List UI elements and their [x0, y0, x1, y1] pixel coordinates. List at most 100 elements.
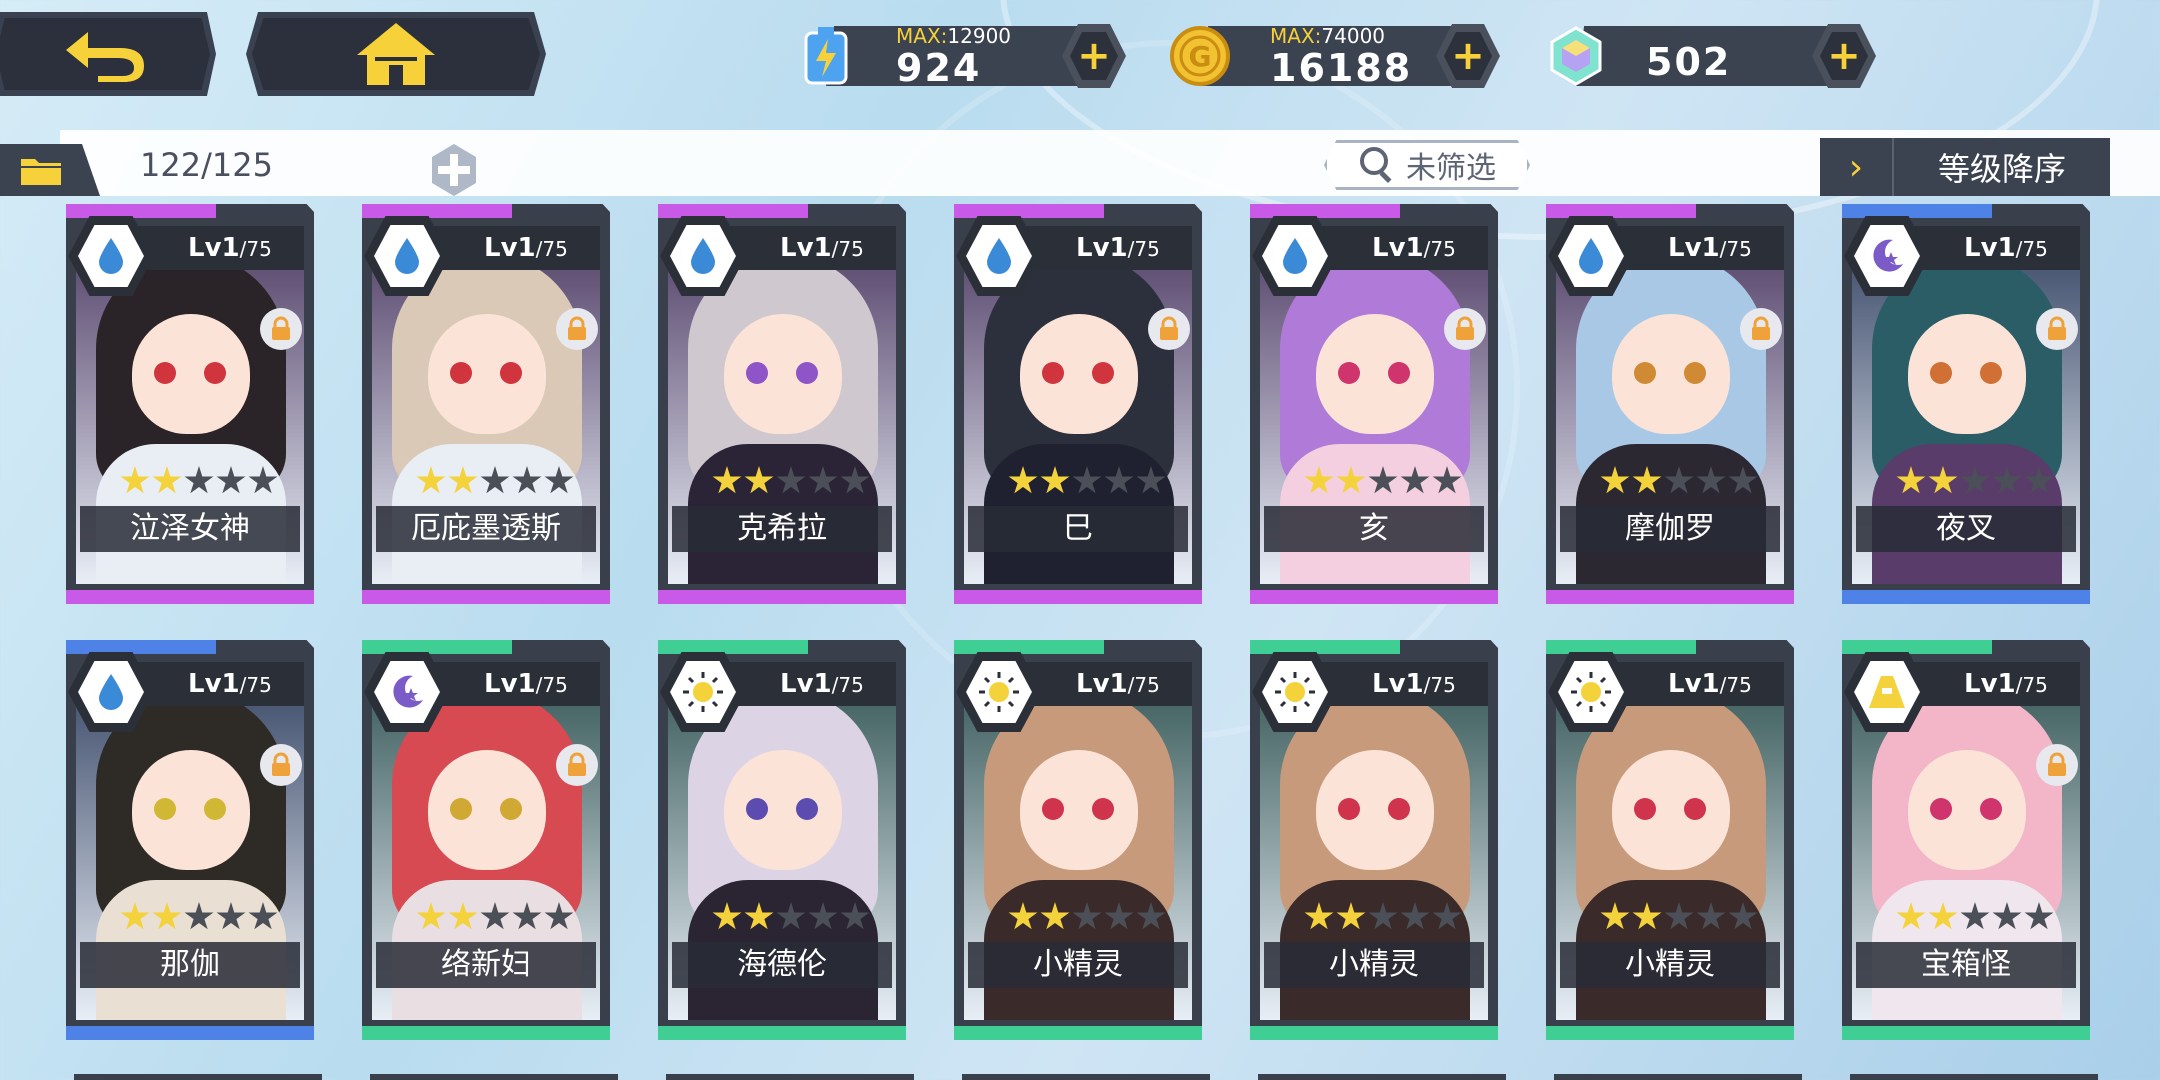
star-empty-icon [248, 902, 278, 930]
character-card[interactable]: Lv1/75 小精灵 [954, 640, 1202, 1040]
star-empty-icon [808, 466, 838, 494]
lock-icon[interactable] [2036, 308, 2078, 350]
sort-button[interactable]: › 等级降序 [1820, 138, 2110, 196]
character-card[interactable]: Lv1/75 宝箱怪 [1842, 640, 2090, 1040]
star-filled-icon [1008, 902, 1038, 930]
rarity-band-top [362, 204, 512, 218]
max-label: MAX: [1270, 24, 1322, 48]
character-card[interactable]: Lv1/75 那伽 [66, 640, 314, 1040]
star-empty-icon [776, 902, 806, 930]
expand-capacity-button[interactable] [424, 140, 484, 200]
character-name: 摩伽罗 [1560, 506, 1780, 552]
star-empty-icon [512, 466, 542, 494]
star-rating [1304, 466, 1462, 496]
lock-icon[interactable] [260, 308, 302, 350]
rarity-band-bottom [66, 590, 314, 604]
character-card[interactable]: Lv1/75 厄庇墨透斯 [362, 204, 610, 604]
level-max: /75 [535, 237, 568, 261]
character-card[interactable]: Lv1/75 小精灵 [1546, 640, 1794, 1040]
character-card[interactable]: Lv1/75 络新妇 [362, 640, 610, 1040]
level-value: Lv1 [1076, 233, 1128, 263]
rarity-band-top [954, 204, 1104, 218]
star-filled-icon [744, 466, 774, 494]
character-card[interactable]: Lv1/75 摩伽罗 [1546, 204, 1794, 604]
character-name: 络新妇 [376, 942, 596, 988]
star-filled-icon [1928, 466, 1958, 494]
star-filled-icon [1600, 902, 1630, 930]
level-value: Lv1 [780, 233, 832, 263]
star-empty-icon [1992, 902, 2022, 930]
next-row-edge [962, 1074, 1210, 1080]
level-label: Lv1/75 [1606, 226, 1784, 270]
rarity-band-top [1842, 640, 1992, 654]
max-value: 74000 [1321, 24, 1386, 48]
rarity-band-top [954, 640, 1104, 654]
svg-text:G: G [1189, 40, 1212, 73]
level-value: Lv1 [1964, 669, 2016, 699]
star-filled-icon [1896, 902, 1926, 930]
star-rating [1008, 902, 1166, 932]
lock-icon[interactable] [556, 744, 598, 786]
character-card[interactable]: Lv1/75 巳 [954, 204, 1202, 604]
star-empty-icon [1072, 466, 1102, 494]
character-card[interactable]: Lv1/75 克希拉 [658, 204, 906, 604]
filter-button[interactable]: 未筛选 [1324, 140, 1530, 190]
star-rating [1896, 902, 2054, 932]
level-max: /75 [831, 673, 864, 697]
character-card[interactable]: Lv1/75 泣泽女神 [66, 204, 314, 604]
level-value: Lv1 [780, 669, 832, 699]
star-filled-icon [712, 902, 742, 930]
back-arrow-icon [66, 32, 144, 82]
lock-icon[interactable] [2036, 744, 2078, 786]
star-rating [712, 466, 870, 496]
gold-value: 16188 [1270, 46, 1413, 90]
level-value: Lv1 [188, 669, 240, 699]
level-value: Lv1 [188, 233, 240, 263]
star-empty-icon [1400, 902, 1430, 930]
lock-icon[interactable] [1444, 308, 1486, 350]
character-name: 小精灵 [968, 942, 1188, 988]
max-value: 12900 [947, 24, 1012, 48]
next-row-edge [1850, 1074, 2098, 1080]
back-button[interactable] [0, 12, 216, 96]
character-card[interactable]: Lv1/75 海德伦 [658, 640, 906, 1040]
lock-icon[interactable] [260, 744, 302, 786]
max-label: MAX: [896, 24, 948, 48]
star-filled-icon [448, 466, 478, 494]
next-row-edge [1258, 1074, 1506, 1080]
star-rating [1600, 466, 1758, 496]
star-rating [120, 466, 278, 496]
star-empty-icon [216, 466, 246, 494]
character-card[interactable]: Lv1/75 亥 [1250, 204, 1498, 604]
star-empty-icon [1960, 466, 1990, 494]
plus-icon [432, 144, 476, 196]
level-label: Lv1/75 [1902, 662, 2080, 706]
star-empty-icon [1136, 466, 1166, 494]
lock-icon[interactable] [1148, 308, 1190, 350]
lock-icon[interactable] [556, 308, 598, 350]
level-max: /75 [1423, 237, 1456, 261]
lock-icon[interactable] [1740, 308, 1782, 350]
rarity-band-bottom [954, 590, 1202, 604]
home-button[interactable] [246, 12, 546, 96]
character-card[interactable]: Lv1/75 夜叉 [1842, 204, 2090, 604]
rarity-band-bottom [1250, 590, 1498, 604]
next-row-edge [1554, 1074, 1802, 1080]
rarity-band-top [658, 640, 808, 654]
star-filled-icon [1008, 466, 1038, 494]
star-empty-icon [840, 466, 870, 494]
level-label: Lv1/75 [126, 226, 304, 270]
character-name: 那伽 [80, 942, 300, 988]
rarity-band-top [1250, 204, 1400, 218]
star-rating [1304, 902, 1462, 932]
star-empty-icon [1728, 466, 1758, 494]
level-value: Lv1 [1964, 233, 2016, 263]
character-card[interactable]: Lv1/75 小精灵 [1250, 640, 1498, 1040]
level-value: Lv1 [1372, 233, 1424, 263]
star-empty-icon [184, 466, 214, 494]
gem-icon [1536, 20, 1616, 92]
star-filled-icon [1928, 902, 1958, 930]
character-name: 亥 [1264, 506, 1484, 552]
star-filled-icon [1632, 902, 1662, 930]
character-name: 克希拉 [672, 506, 892, 552]
